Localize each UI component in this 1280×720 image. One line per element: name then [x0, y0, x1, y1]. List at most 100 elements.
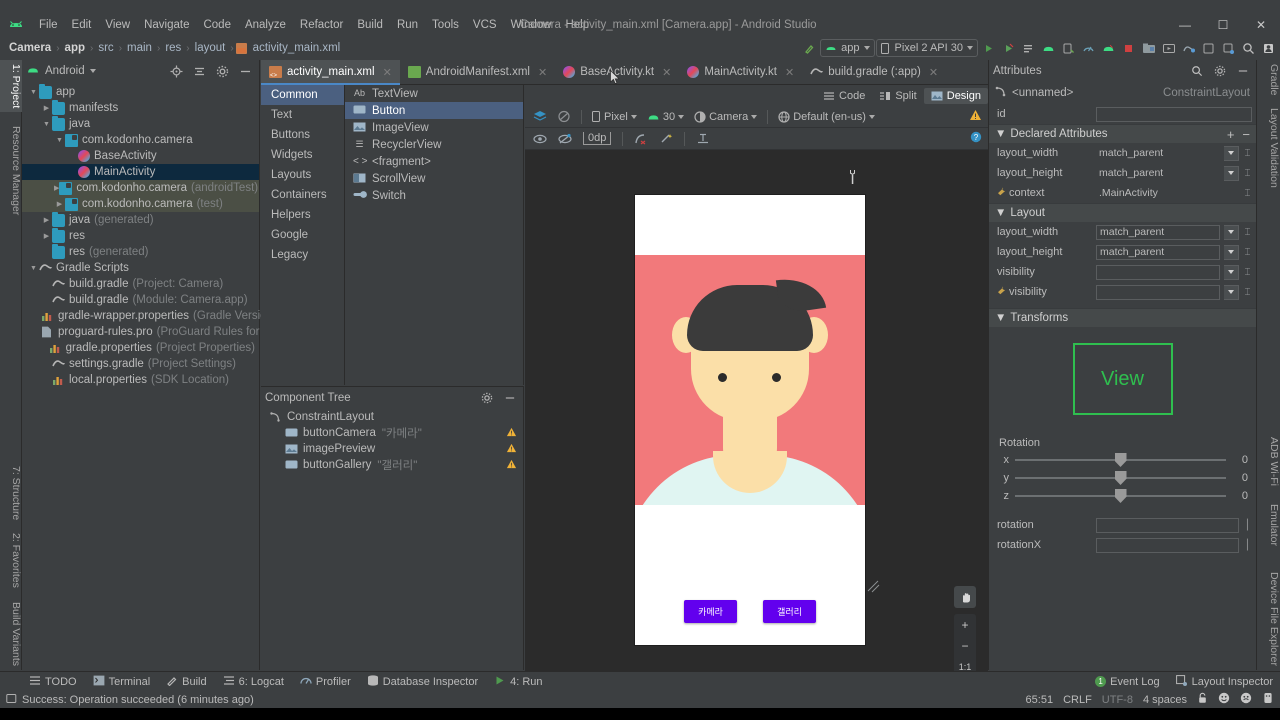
hide-constraints-icon[interactable]: [554, 131, 576, 147]
chevron-down-icon[interactable]: [1224, 244, 1239, 260]
section-declared-attributes[interactable]: ▼ Declared Attributes + −: [989, 124, 1256, 143]
bottom-tab-build[interactable]: Build: [159, 673, 213, 691]
stop-icon[interactable]: [1119, 39, 1138, 58]
menu-tools[interactable]: Tools: [425, 17, 466, 33]
editor-tab-androidmanifest-xml[interactable]: AndroidManifest.xml ✕: [400, 60, 555, 85]
help-icon[interactable]: ?: [970, 131, 982, 146]
bottom-tab-todo[interactable]: TODO: [22, 673, 84, 691]
attribute-pin-icon[interactable]: ⎮: [1243, 520, 1252, 531]
project-tree-row[interactable]: build.gradle (Module: Camera.app): [22, 292, 259, 308]
project-tree-row[interactable]: ▼ java: [22, 115, 259, 132]
attribute-value-input[interactable]: .MainActivity: [1096, 186, 1239, 201]
slider-thumb[interactable]: [1114, 471, 1127, 485]
breadcrumb-camera[interactable]: Camera: [6, 42, 54, 54]
memory-face-icon[interactable]: [1240, 692, 1252, 707]
breadcrumb-main[interactable]: main: [124, 42, 155, 54]
view-mode-split[interactable]: Split: [872, 88, 923, 104]
lock-icon[interactable]: [1197, 692, 1208, 707]
clear-constraints-icon[interactable]: [630, 131, 652, 147]
rotation-slider-z[interactable]: z 0: [989, 487, 1256, 505]
transform-preview-box[interactable]: View: [1072, 343, 1173, 415]
expand-arrow-icon[interactable]: ▼: [28, 265, 39, 272]
search-icon[interactable]: [1187, 62, 1206, 81]
bottom-tab-eventlog[interactable]: 1 Event Log: [1088, 674, 1167, 690]
remove-attribute-button[interactable]: −: [1242, 127, 1250, 142]
project-tree-row[interactable]: ▶ java (generated): [22, 211, 259, 228]
tool-tab-favorites[interactable]: 2: Favorites: [0, 529, 22, 592]
api-level-selector[interactable]: 30: [643, 109, 688, 125]
menu-refactor[interactable]: Refactor: [293, 17, 350, 33]
collapse-all-icon[interactable]: [190, 62, 209, 81]
palette-category-layouts[interactable]: Layouts: [261, 165, 344, 185]
sync-gradle-icon[interactable]: [1179, 39, 1198, 58]
bottom-tab-layoutinspector[interactable]: Layout Inspector: [1169, 673, 1280, 691]
user-account-icon[interactable]: [1259, 39, 1278, 58]
close-icon[interactable]: ✕: [662, 66, 671, 79]
gear-icon[interactable]: [477, 389, 496, 408]
editor-tab-mainactivity-kt[interactable]: MainActivity.kt ✕: [679, 60, 802, 85]
attribute-pin-icon[interactable]: ⌶: [1243, 148, 1252, 159]
device-selector[interactable]: Pixel 2 API 30: [875, 39, 978, 57]
chevron-down-icon[interactable]: [1224, 264, 1239, 280]
attribute-pin-icon[interactable]: ⌶: [1243, 287, 1252, 298]
device-selector[interactable]: Pixel: [588, 109, 641, 125]
tool-tab-gradle[interactable]: Gradle: [1256, 60, 1280, 100]
rotation-slider-x[interactable]: x 0: [989, 451, 1256, 469]
attribute-pin-icon[interactable]: ⌶: [1243, 247, 1252, 258]
button-gallery[interactable]: 갤러리: [763, 600, 816, 623]
palette-item-switch[interactable]: Switch: [345, 187, 523, 204]
project-tree-row[interactable]: ▼ app: [22, 83, 259, 100]
bottom-tab-terminal[interactable]: Terminal: [86, 673, 158, 691]
expand-arrow-icon[interactable]: ▼: [28, 89, 39, 96]
hide-panel-icon[interactable]: [236, 62, 255, 81]
project-tree-row[interactable]: ▶ manifests: [22, 99, 259, 116]
breadcrumb-res[interactable]: res: [162, 42, 184, 54]
breadcrumb-activity-main-xml[interactable]: activity_main.xml: [250, 42, 344, 54]
chevron-down-icon[interactable]: [1224, 284, 1239, 300]
editor-tab-activity_main-xml[interactable]: activity_main.xml ✕: [261, 59, 400, 85]
tool-tab-build-variants[interactable]: Build Variants: [0, 598, 22, 670]
id-input[interactable]: [1096, 106, 1252, 122]
collapse-arrow-icon[interactable]: ▶: [41, 216, 52, 224]
tool-tab-layout-validation[interactable]: Layout Validation: [1256, 104, 1280, 192]
baseline-guidelines-icon[interactable]: [692, 131, 714, 147]
project-view-selector-label[interactable]: Android: [45, 65, 85, 77]
palette-category-helpers[interactable]: Helpers: [261, 205, 344, 225]
bottom-tab-logcat[interactable]: 6: Logcat: [216, 673, 291, 691]
palette-item-recyclerview[interactable]: ☰ RecyclerView: [345, 136, 523, 153]
attribute-pin-icon[interactable]: ⌶: [1243, 267, 1252, 278]
palette-category-common[interactable]: Common: [261, 85, 344, 105]
project-tree-row[interactable]: gradle.properties (Project Properties): [22, 340, 259, 356]
close-icon[interactable]: ✕: [383, 66, 392, 79]
breadcrumb-app[interactable]: app: [62, 42, 88, 54]
hide-panel-icon[interactable]: [1233, 62, 1252, 81]
debug-icon[interactable]: [999, 39, 1018, 58]
close-icon[interactable]: ✕: [929, 66, 938, 79]
android-icon[interactable]: [1262, 692, 1274, 707]
attribute-pin-icon[interactable]: ⌶: [1243, 227, 1252, 238]
zoom-out-button[interactable]: −: [954, 635, 976, 656]
run-configuration-selector[interactable]: app: [820, 39, 875, 57]
close-icon[interactable]: ✕: [538, 66, 547, 79]
view-mode-design[interactable]: Design: [923, 88, 988, 104]
palette-item-scrollview[interactable]: ScrollView: [345, 170, 523, 187]
slider-thumb[interactable]: [1114, 489, 1127, 503]
menu-analyze[interactable]: Analyze: [238, 17, 293, 33]
tool-tab-device-file-explorer[interactable]: Device File Explorer: [1256, 568, 1280, 670]
locale-selector[interactable]: Default (en-us): [774, 109, 879, 125]
build-hammer-icon[interactable]: [800, 39, 819, 58]
palette-item-fragment[interactable]: < > <fragment>: [345, 153, 523, 170]
infer-constraints-icon[interactable]: [655, 131, 677, 147]
collapse-arrow-icon[interactable]: ▶: [41, 104, 52, 112]
attribute-pin-icon[interactable]: ⎮: [1243, 540, 1252, 551]
bottom-tab-databaseinspector[interactable]: Database Inspector: [360, 673, 485, 691]
project-tree-row[interactable]: ▶ com.kodonho.camera (androidTest): [22, 180, 259, 196]
menu-run[interactable]: Run: [390, 17, 425, 33]
inspection-face-icon[interactable]: [1218, 692, 1230, 707]
section-transforms[interactable]: ▼ Transforms: [989, 308, 1256, 327]
palette-item-textview[interactable]: Ab TextView: [345, 85, 523, 102]
default-margin-selector[interactable]: 0dp: [579, 130, 615, 147]
minimize-button[interactable]: —: [1166, 14, 1204, 36]
palette-category-legacy[interactable]: Legacy: [261, 245, 344, 265]
project-tree-row[interactable]: MainActivity: [22, 164, 259, 180]
